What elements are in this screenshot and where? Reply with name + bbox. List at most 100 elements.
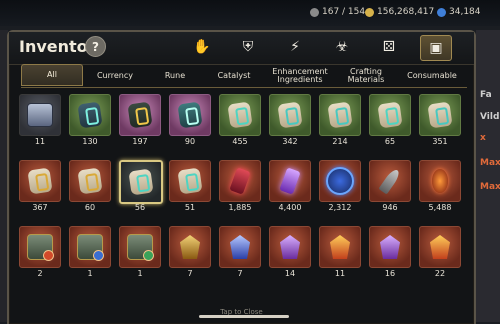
item-icon bbox=[69, 94, 111, 136]
item-slot[interactable]: 14 bbox=[269, 226, 311, 280]
help-button[interactable]: ? bbox=[85, 36, 106, 57]
side-label: Vildri bbox=[480, 112, 500, 122]
item-slot[interactable]: 946 bbox=[369, 160, 411, 214]
item-icon bbox=[169, 226, 211, 268]
item-slot[interactable]: 22 bbox=[419, 226, 461, 280]
side-label: Max bbox=[480, 182, 500, 192]
item-slot[interactable]: 342 bbox=[269, 94, 311, 148]
tab-catalyst[interactable]: Catalyst bbox=[203, 66, 265, 86]
dice-icon[interactable]: ⚄ bbox=[374, 35, 404, 59]
gold-gem-icon bbox=[180, 235, 200, 259]
item-slot[interactable]: 197 bbox=[119, 94, 161, 148]
chest-icon[interactable]: ▣ bbox=[420, 35, 452, 61]
item-icon bbox=[119, 226, 161, 268]
stone-glyph-icon bbox=[27, 167, 53, 195]
item-slot[interactable]: 367 bbox=[19, 160, 61, 214]
fire-gem-icon bbox=[430, 235, 450, 259]
item-count: 214 bbox=[332, 137, 348, 146]
item-icon bbox=[69, 226, 111, 268]
item-icon bbox=[419, 94, 461, 136]
tab-enhancement-ingredients[interactable]: Enhancement Ingredients bbox=[265, 66, 335, 86]
gems-value: 34,184 bbox=[449, 7, 481, 17]
item-slot[interactable]: 7 bbox=[219, 226, 261, 280]
item-slot[interactable]: 1,885 bbox=[219, 160, 261, 214]
item-slot[interactable]: 5,488 bbox=[419, 160, 461, 214]
item-icon bbox=[369, 226, 411, 268]
red-crystal-icon bbox=[229, 167, 251, 195]
feather-icon bbox=[378, 167, 402, 195]
shield-icon[interactable]: ⛨ bbox=[233, 35, 263, 59]
item-slot[interactable]: 1 bbox=[69, 226, 111, 280]
item-slot[interactable]: 51 bbox=[169, 160, 211, 214]
item-slot[interactable]: 4,400 bbox=[269, 160, 311, 214]
item-slot[interactable]: 7 bbox=[169, 226, 211, 280]
item-slot[interactable]: 214 bbox=[319, 94, 361, 148]
tab-rune[interactable]: Rune bbox=[147, 66, 203, 86]
item-icon bbox=[219, 160, 261, 202]
purple-gem-icon bbox=[380, 235, 400, 259]
item-icon bbox=[269, 160, 311, 202]
purple-crystal-icon bbox=[279, 167, 301, 195]
item-slot[interactable]: 130 bbox=[69, 94, 111, 148]
item-icon bbox=[319, 160, 361, 202]
item-count: 2 bbox=[37, 269, 43, 278]
item-icon bbox=[419, 160, 461, 202]
gold-glyph-icon bbox=[127, 101, 153, 129]
item-count: 367 bbox=[32, 203, 48, 212]
item-count: 65 bbox=[384, 137, 396, 146]
loot-chest-icon bbox=[27, 103, 53, 127]
item-slot[interactable]: 90 bbox=[169, 94, 211, 148]
fire-orb-icon bbox=[432, 169, 448, 193]
item-icon bbox=[69, 160, 111, 202]
gauntlet-icon[interactable]: ✋ bbox=[187, 35, 217, 59]
item-count: 342 bbox=[282, 137, 298, 146]
item-count: 5,488 bbox=[428, 203, 452, 212]
stone-glyph-icon bbox=[427, 101, 453, 129]
monster-icon[interactable]: ☣ bbox=[327, 35, 357, 59]
item-slot[interactable]: 56 bbox=[119, 160, 163, 214]
tab-divider bbox=[21, 87, 467, 88]
purple-gem-icon bbox=[280, 235, 300, 259]
category-tabs: All Currency Rune Catalyst Enhancement I… bbox=[21, 64, 467, 86]
item-slot[interactable]: 455 bbox=[219, 94, 261, 148]
item-count: 90 bbox=[184, 137, 196, 146]
item-count: 197 bbox=[132, 137, 148, 146]
inventory-header: Inventory ? ✋ ⛨ ⚡ ☣ ⚄ ▣ bbox=[9, 32, 474, 65]
background-right: Fa Vildri x Max Max bbox=[476, 30, 500, 322]
item-icon bbox=[19, 94, 61, 136]
item-count: 11 bbox=[334, 269, 346, 278]
item-icon bbox=[269, 94, 311, 136]
item-icon bbox=[19, 226, 61, 268]
tab-currency[interactable]: Currency bbox=[83, 66, 147, 86]
tab-all[interactable]: All bbox=[21, 64, 83, 86]
tab-crafting-materials[interactable]: Crafting Materials bbox=[335, 66, 397, 86]
gem-icon bbox=[437, 7, 446, 17]
energy-icon bbox=[310, 7, 319, 17]
stone-glyph-icon bbox=[227, 101, 253, 129]
item-slot[interactable]: 16 bbox=[369, 226, 411, 280]
item-icon bbox=[419, 226, 461, 268]
item-slot[interactable]: 2 bbox=[19, 226, 61, 280]
side-label: Max bbox=[480, 158, 500, 168]
item-icon bbox=[119, 94, 161, 136]
lightning-icon[interactable]: ⚡ bbox=[280, 35, 310, 59]
silver-resource: 156,268,417 bbox=[365, 7, 434, 17]
item-slot[interactable]: 11 bbox=[319, 226, 361, 280]
item-slot[interactable]: 60 bbox=[69, 160, 111, 214]
item-slot[interactable]: 2,312 bbox=[319, 160, 361, 214]
item-slot[interactable]: 11 bbox=[19, 94, 61, 148]
item-icon bbox=[369, 94, 411, 136]
home-indicator bbox=[199, 315, 289, 318]
item-count: 455 bbox=[232, 137, 248, 146]
item-count: 60 bbox=[84, 203, 96, 212]
item-count: 946 bbox=[382, 203, 398, 212]
item-icon bbox=[169, 160, 211, 202]
tab-consumable[interactable]: Consumable bbox=[397, 66, 467, 86]
item-count: 2,312 bbox=[328, 203, 352, 212]
item-slot[interactable]: 65 bbox=[369, 94, 411, 148]
stone-glyph-icon bbox=[177, 167, 203, 195]
item-slot[interactable]: 1 bbox=[119, 226, 161, 280]
item-slot[interactable]: 351 bbox=[419, 94, 461, 148]
item-count: 11 bbox=[34, 137, 46, 146]
item-count: 22 bbox=[434, 269, 446, 278]
